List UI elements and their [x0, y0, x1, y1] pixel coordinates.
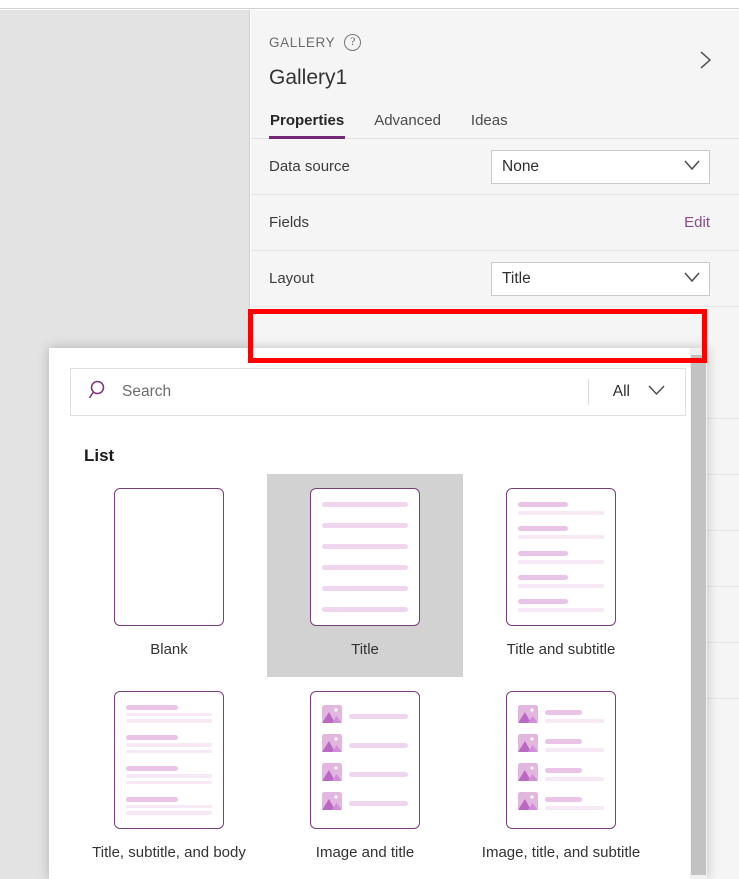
- thumb-row: [518, 502, 604, 515]
- layout-card-grid: Blank Title Title and subtitle Title, su…: [49, 474, 707, 879]
- thumb-row: [126, 704, 212, 723]
- layout-card-label: Title and subtitle: [506, 641, 616, 658]
- window-top-strip: [0, 0, 739, 9]
- data-source-value: None: [502, 157, 540, 175]
- thumb-bar: [322, 502, 408, 507]
- thumb-bar: [322, 607, 408, 612]
- layout-thumb-title-subtitle-body: [114, 690, 224, 829]
- properties-tabs: Properties Advanced Ideas: [251, 112, 739, 139]
- thumb-bar: [322, 544, 408, 549]
- thumb-row: [518, 704, 604, 728]
- property-row-layout: Layout Title: [251, 251, 739, 307]
- thumb-row: [518, 526, 604, 540]
- layout-value: Title: [502, 269, 531, 287]
- layout-card-title-subtitle-body[interactable]: Title, subtitle, and body: [71, 677, 267, 879]
- thumb-row: [322, 704, 408, 728]
- layout-card-label: Image, title, and subtitle: [481, 843, 641, 861]
- thumb-row: [126, 766, 212, 785]
- thumb-row: [518, 791, 604, 815]
- properties-panel-header: GALLERY ? Gallery1: [251, 10, 739, 90]
- data-source-dropdown[interactable]: None: [491, 149, 710, 184]
- image-placeholder-icon: [322, 733, 342, 757]
- layout-label: Layout: [269, 270, 315, 287]
- data-source-label: Data source: [269, 158, 350, 175]
- chevron-down-icon: [648, 383, 665, 401]
- thumb-bar: [322, 565, 408, 570]
- layout-thumb-blank: [114, 488, 224, 626]
- search-input[interactable]: [122, 383, 588, 401]
- layout-thumb-title-and-subtitle: [506, 488, 616, 626]
- filter-value: All: [612, 383, 630, 400]
- fields-edit-link[interactable]: Edit: [684, 214, 710, 231]
- thumb-row: [518, 762, 604, 786]
- layout-picker-flyout: All List Blank: [49, 348, 707, 879]
- panel-scrollbar-thumb[interactable]: [691, 355, 706, 875]
- layout-thumb-image-title-subtitle: [506, 690, 616, 829]
- tab-advanced[interactable]: Advanced: [373, 112, 442, 138]
- fields-label: Fields: [269, 214, 310, 231]
- image-placeholder-icon: [518, 733, 538, 757]
- thumb-row: [518, 550, 604, 564]
- search-bar: All: [70, 368, 686, 416]
- thumb-row: [126, 796, 212, 815]
- thumb-row: [126, 735, 212, 754]
- control-type-row: GALLERY ?: [269, 34, 721, 51]
- image-placeholder-icon: [322, 704, 342, 728]
- image-placeholder-icon: [322, 791, 342, 815]
- image-placeholder-icon: [518, 762, 538, 786]
- thumb-row: [322, 791, 408, 815]
- question-circle-icon[interactable]: ?: [344, 34, 362, 51]
- filter-dropdown[interactable]: All: [589, 383, 685, 401]
- layout-card-blank[interactable]: Blank: [71, 474, 267, 677]
- layout-dropdown[interactable]: Title: [491, 261, 710, 296]
- image-placeholder-icon: [322, 762, 342, 786]
- property-row-data-source: Data source None: [251, 139, 739, 195]
- thumb-bar: [322, 586, 408, 591]
- image-placeholder-icon: [518, 704, 538, 728]
- section-title-list: List: [84, 446, 115, 465]
- layout-card-image-and-title[interactable]: Image and title: [267, 677, 463, 879]
- tab-ideas[interactable]: Ideas: [470, 112, 509, 138]
- layout-card-title[interactable]: Title: [267, 474, 463, 677]
- layout-card-label: Title: [351, 641, 379, 658]
- thumb-row: [518, 599, 604, 612]
- image-placeholder-icon: [518, 791, 538, 815]
- layout-card-image-title-subtitle[interactable]: Image, title, and subtitle: [463, 677, 659, 879]
- thumb-row: [322, 733, 408, 757]
- thumb-row: [322, 762, 408, 786]
- tab-properties[interactable]: Properties: [269, 112, 346, 139]
- control-type-label: GALLERY: [269, 35, 336, 50]
- layout-card-label: Title, subtitle, and body: [92, 843, 246, 861]
- search-icon: [88, 379, 110, 406]
- layout-thumb-title: [310, 488, 420, 626]
- layout-card-label: Blank: [150, 641, 188, 658]
- layout-card-label: Image and title: [315, 843, 415, 861]
- thumb-row: [518, 733, 604, 757]
- page-title: Gallery1: [269, 66, 348, 89]
- chevron-down-icon: [684, 158, 700, 176]
- layout-card-title-and-subtitle[interactable]: Title and subtitle: [463, 474, 659, 677]
- thumb-row: [518, 574, 604, 588]
- layout-thumb-image-and-title: [310, 690, 420, 829]
- property-row-fields: Fields Edit: [251, 195, 739, 251]
- thumb-bar: [322, 523, 408, 528]
- chevron-right-icon[interactable]: [693, 48, 717, 72]
- chevron-down-icon: [684, 270, 700, 288]
